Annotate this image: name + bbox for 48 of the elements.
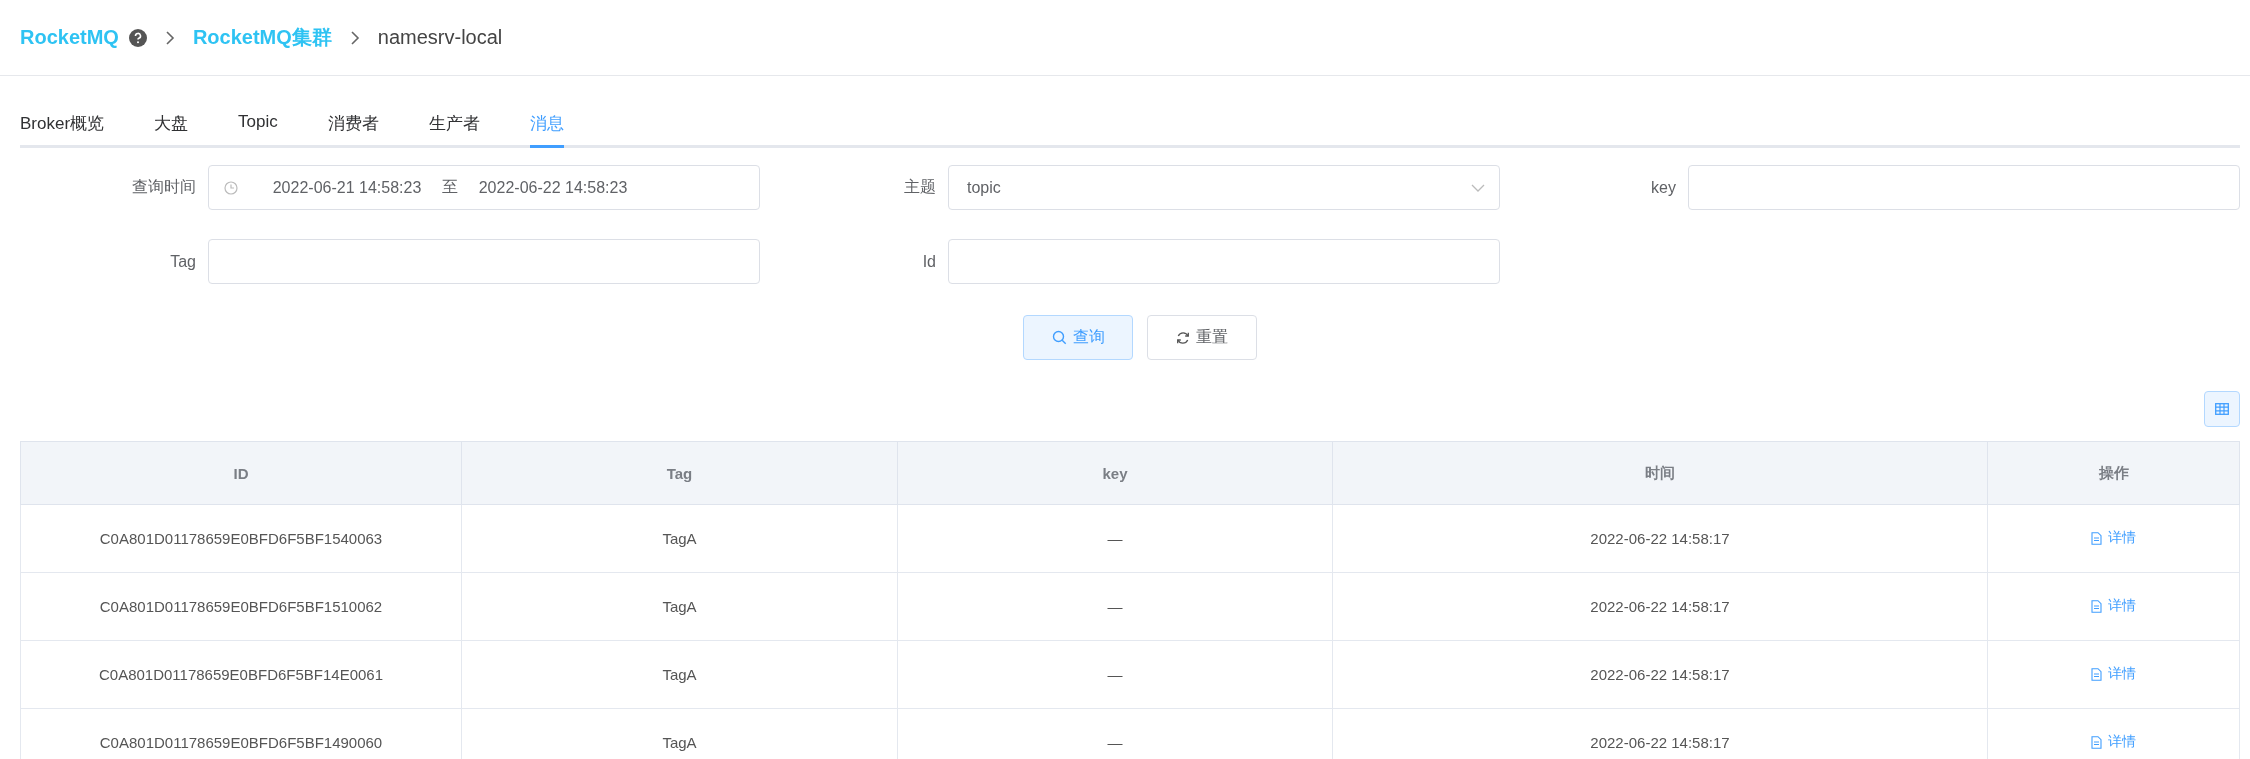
table-cell: TagA [461, 504, 898, 573]
refresh-icon [1176, 330, 1190, 345]
column-header: ID [20, 441, 462, 505]
tab[interactable]: Topic [238, 112, 278, 148]
table-cell: C0A801D01178659E0BFD6F5BF1510062 [20, 572, 462, 641]
tab[interactable]: 消费者 [327, 112, 379, 148]
column-header: key [897, 441, 1333, 505]
table-cell: 2022-06-22 14:58:17 [1332, 572, 1988, 641]
tab[interactable]: Broker概览 [20, 112, 105, 148]
table-grid-icon [2215, 403, 2229, 415]
field-label: Tag [169, 252, 197, 271]
reset-button[interactable]: 重置 [1147, 315, 1257, 360]
column-header: 时间 [1332, 441, 1988, 505]
field-label: 主题 [903, 177, 937, 197]
table-cell: C0A801D01178659E0BFD6F5BF1490060 [20, 708, 462, 759]
table-cell: TagA [461, 640, 898, 709]
column-header: 操作 [1987, 441, 2240, 505]
field-label: 查询时间 [131, 177, 197, 197]
document-icon [2091, 531, 2102, 545]
input-field[interactable] [948, 239, 1500, 284]
document-icon [2091, 599, 2102, 613]
breadcrumb-current: namesrv-local [377, 26, 503, 49]
field-label: Id [921, 252, 937, 271]
table-cell: — [897, 640, 1333, 709]
chevron-down-icon [1471, 183, 1485, 192]
table-cell: — [897, 504, 1333, 573]
clock-icon [224, 180, 238, 195]
chevron-right-icon [349, 29, 360, 46]
tab[interactable]: 大盘 [154, 112, 189, 148]
table-cell: TagA [461, 572, 898, 641]
input-field[interactable] [1688, 165, 2240, 210]
table-cell: C0A801D01178659E0BFD6F5BF14E0061 [20, 640, 462, 709]
topic-select[interactable]: topic [948, 165, 1500, 210]
document-icon [2091, 667, 2102, 681]
search-icon [1051, 330, 1067, 345]
field-label: key [1650, 178, 1677, 197]
tab[interactable]: 生产者 [428, 112, 480, 148]
input-field[interactable] [208, 239, 760, 284]
chevron-right-icon [164, 29, 175, 46]
table-cell: 2022-06-22 14:58:17 [1332, 640, 1988, 709]
column-header: Tag [461, 441, 898, 505]
document-icon [2091, 735, 2102, 749]
table-cell: C0A801D01178659E0BFD6F5BF1540063 [20, 504, 462, 573]
date-range-field[interactable]: 2022-06-21 14:58:23 至 2022-06-22 14:58:23 [208, 165, 760, 210]
help-icon[interactable] [128, 28, 147, 47]
table-cell: 2022-06-22 14:58:17 [1332, 504, 1988, 573]
table-cell: — [897, 572, 1333, 641]
table-settings-button[interactable] [2204, 391, 2240, 427]
